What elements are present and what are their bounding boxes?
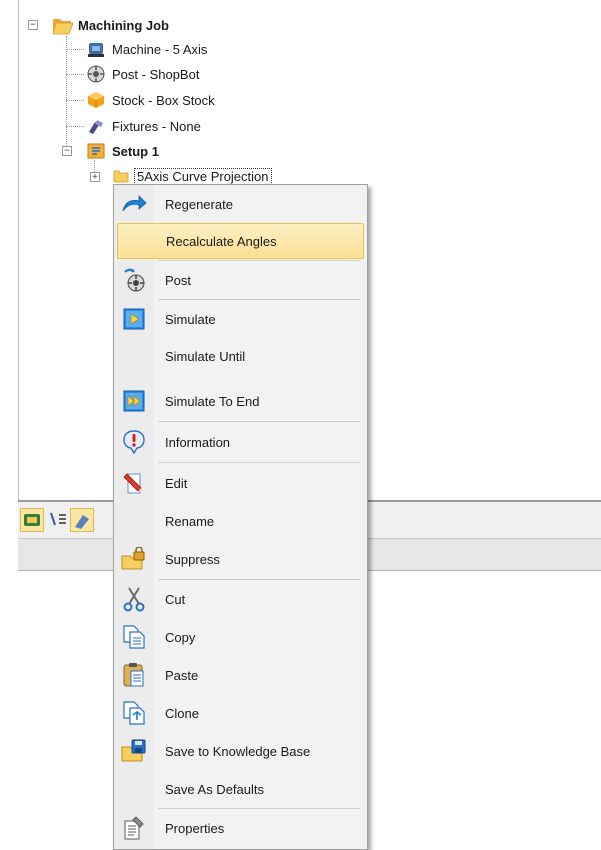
menu-item-rename[interactable]: Rename: [117, 503, 364, 539]
post-icon: [117, 265, 151, 295]
folder-icon: [113, 168, 129, 184]
tree-connector: [66, 74, 84, 75]
properties-icon: [117, 813, 151, 843]
menu-item-post[interactable]: Post: [117, 262, 364, 298]
edit-icon: [117, 468, 151, 498]
tree-node-setup[interactable]: Setup 1: [86, 140, 159, 162]
information-icon: [117, 427, 151, 457]
fixtures-icon: [86, 116, 106, 136]
menu-item-simulate[interactable]: Simulate: [117, 301, 364, 337]
folder-open-icon: [52, 15, 74, 35]
post-processor-icon: [86, 64, 106, 84]
tree-node-post[interactable]: Post - ShopBot: [86, 63, 199, 85]
menu-item-information[interactable]: Information: [117, 424, 364, 460]
copy-icon: [117, 622, 151, 652]
tree-expander[interactable]: −: [62, 146, 72, 156]
tree-node-label: Post - ShopBot: [112, 66, 200, 82]
setup-icon: [86, 141, 106, 161]
menu-separator: [158, 808, 360, 809]
tree-connector: [66, 36, 67, 150]
clone-icon: [117, 698, 151, 728]
menu-item-clone[interactable]: Clone: [117, 695, 364, 731]
tree-connector: [66, 126, 84, 127]
suppress-icon: [117, 544, 151, 574]
paste-icon: [117, 660, 151, 690]
machine-icon: [86, 39, 106, 59]
operations-view-icon[interactable]: [70, 508, 94, 532]
menu-item-save-to-knowledge-base[interactable]: Save to Knowledge Base: [117, 733, 364, 769]
menu-separator: [158, 421, 360, 422]
menu-item-cut[interactable]: Cut: [117, 581, 364, 617]
menu-separator: [158, 299, 360, 300]
tree-node-machining-job[interactable]: Machining Job: [52, 14, 169, 36]
context-menu: Regenerate Recalculate Angles Post Simul…: [113, 184, 368, 850]
tree-node-machine[interactable]: Machine - 5 Axis: [86, 38, 207, 60]
tree-node-label: Machine - 5 Axis: [112, 41, 208, 57]
simulate-icon: [117, 304, 151, 334]
tool-list-icon[interactable]: [46, 508, 70, 532]
tree-connector: [66, 49, 84, 50]
menu-item-simulate-until[interactable]: Simulate Until: [117, 338, 364, 374]
tree-node-label: Stock - Box Stock: [112, 92, 215, 108]
menu-item-save-as-defaults[interactable]: Save As Defaults: [117, 771, 364, 807]
tree-connector: [66, 100, 84, 101]
stock-box-icon: [86, 90, 106, 110]
tree-node-label: 5Axis Curve Projection: [134, 167, 272, 185]
regenerate-icon: [117, 189, 151, 219]
menu-separator: [158, 579, 360, 580]
menu-separator: [158, 462, 360, 463]
tree-node-stock[interactable]: Stock - Box Stock: [86, 89, 215, 111]
tree-node-fixtures[interactable]: Fixtures - None: [86, 115, 201, 137]
tree-expander[interactable]: −: [28, 20, 38, 30]
tree-node-label: Machining Job: [78, 17, 169, 33]
menu-item-suppress[interactable]: Suppress: [117, 541, 364, 577]
tree-node-label: Setup 1: [112, 143, 159, 159]
menu-item-recalculate-angles[interactable]: Recalculate Angles: [117, 223, 364, 259]
tree-expander[interactable]: +: [90, 172, 100, 182]
tree-node-label: Fixtures - None: [112, 118, 201, 134]
cut-icon: [117, 584, 151, 614]
menu-item-simulate-to-end[interactable]: Simulate To End: [117, 383, 364, 419]
menu-separator: [158, 260, 360, 261]
machining-job-icon[interactable]: [20, 508, 44, 532]
save-knowledge-base-icon: [117, 736, 151, 766]
menu-item-copy[interactable]: Copy: [117, 619, 364, 655]
menu-item-edit[interactable]: Edit: [117, 465, 364, 501]
menu-item-paste[interactable]: Paste: [117, 657, 364, 693]
simulate-to-end-icon: [117, 386, 151, 416]
menu-item-properties[interactable]: Properties: [117, 810, 364, 846]
menu-item-regenerate[interactable]: Regenerate: [117, 186, 364, 222]
